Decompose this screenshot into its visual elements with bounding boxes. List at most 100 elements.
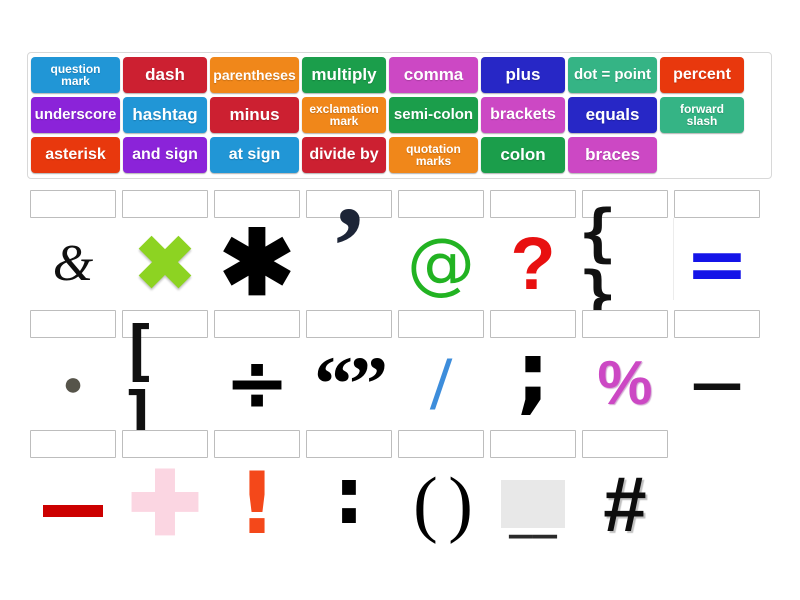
symbol-wrap: # (579, 460, 671, 548)
answer-cell: & (27, 190, 119, 308)
parentheses-symbol: ( ) (413, 463, 473, 545)
dash-symbol: — (691, 354, 743, 414)
answer-cell: = (671, 190, 763, 308)
answer-cell: ÷ (211, 310, 303, 428)
asterisk-symbol: ✱ (219, 214, 295, 314)
word-tile-parentheses[interactable]: parentheses (210, 57, 299, 93)
drop-target-box[interactable] (30, 430, 116, 458)
word-tile-and-sign[interactable]: and sign (123, 137, 207, 173)
word-bank-row: question mark dash parentheses multiply comm… (31, 57, 768, 95)
word-tile-question-mark[interactable]: question mark (31, 57, 120, 93)
symbol-wrap: ! (211, 460, 303, 548)
symbol-wrap: = (671, 220, 763, 308)
drop-target-box[interactable] (674, 190, 760, 218)
hashtag-symbol: # (603, 460, 647, 548)
divide-symbol: ÷ (224, 339, 290, 429)
drop-target-box[interactable] (674, 310, 760, 338)
word-tile-equals[interactable]: equals (568, 97, 657, 133)
braces-symbol: { } (579, 196, 616, 331)
answer-cell: ( ) (395, 430, 487, 548)
answer-cell: ? (487, 190, 579, 308)
answer-cell: ’ (303, 190, 395, 308)
word-tile-plus[interactable]: plus (481, 57, 565, 93)
answer-cell: — (671, 310, 763, 428)
word-bank-row: asterisk and sign at sign divide by quotatio… (31, 137, 768, 175)
answer-cell: ! (211, 430, 303, 548)
word-tile-hashtag[interactable]: hashtag (123, 97, 207, 133)
at-sign-symbol: @ (407, 224, 475, 303)
word-tile-multiply[interactable]: multiply (302, 57, 386, 93)
answer-row: & ✖ ✱’ @? { } = (27, 190, 773, 326)
ampersand-symbol: & (52, 235, 94, 292)
drop-target-box[interactable] (306, 310, 392, 338)
answer-cell: # (579, 430, 671, 548)
colon-symbol: : (333, 452, 365, 542)
answer-cell: [ ] (119, 310, 211, 450)
drop-target-box[interactable] (122, 190, 208, 218)
word-tile-underscore[interactable]: underscore (31, 97, 120, 133)
drop-target-box[interactable] (398, 190, 484, 218)
column-divider (673, 218, 674, 300)
answer-cell: : (303, 430, 395, 548)
word-tile-dot-=-point[interactable]: dot = point (568, 57, 657, 93)
symbol-wrap: @ (395, 220, 487, 308)
symbol-wrap: % (579, 340, 671, 428)
worksheet-page: question mark dash parentheses multiply comm… (0, 0, 800, 600)
symbol-wrap: ✚ (119, 460, 211, 548)
drop-target-box[interactable] (490, 190, 576, 218)
answer-cell: ✚ (119, 430, 211, 548)
word-tile-at-sign[interactable]: at sign (210, 137, 299, 173)
word-bank-row: underscore hashtag minus exclamation mark se… (31, 97, 768, 135)
word-tile-braces[interactable]: braces (568, 137, 657, 173)
drop-target-box[interactable] (398, 430, 484, 458)
drop-target-box[interactable] (582, 310, 668, 338)
answer-cell: ● (27, 310, 119, 428)
answer-cell: “” (303, 310, 395, 428)
symbol-wrap: ? (487, 220, 579, 308)
word-tile-minus[interactable]: minus (210, 97, 299, 133)
quotation-marks-symbol: “” (314, 340, 388, 427)
answer-cell: { } (579, 190, 671, 326)
symbol-wrap: & (27, 220, 119, 308)
word-tile-quotation-marks[interactable]: quotation marks (389, 137, 478, 173)
drop-target-box[interactable] (490, 430, 576, 458)
word-tile-brackets[interactable]: brackets (481, 97, 565, 133)
word-tile-colon[interactable]: colon (481, 137, 565, 173)
answer-cell: ▬ (27, 430, 119, 548)
symbol-wrap: ’ (303, 191, 395, 308)
answer-cell: ✱ (211, 190, 303, 314)
answer-cell: __ (487, 430, 579, 548)
drop-target-box[interactable] (214, 310, 300, 338)
drop-target-box[interactable] (582, 430, 668, 458)
symbol-wrap: ✖ (119, 220, 211, 308)
forward-slash-symbol: / (430, 342, 452, 426)
comma-symbol: ’ (330, 185, 368, 309)
answer-cell: % (579, 310, 671, 428)
word-tile-comma[interactable]: comma (389, 57, 478, 93)
symbol-wrap: { } (579, 202, 671, 326)
drop-target-box[interactable] (398, 310, 484, 338)
minus-symbol: ▬ (43, 482, 103, 526)
answer-row: ▬ ✚!: ( ) __ # (27, 430, 773, 548)
word-tile-dash[interactable]: dash (123, 57, 207, 93)
answer-cell: ; (487, 310, 579, 428)
symbol-wrap: / (395, 340, 487, 428)
symbol-wrap: : (303, 452, 395, 548)
drop-target-box[interactable] (30, 310, 116, 338)
multiply-cross-symbol: ✖ (133, 222, 196, 305)
word-tile-semi-colon[interactable]: semi-colon (389, 97, 478, 133)
word-tile-asterisk[interactable]: asterisk (31, 137, 120, 173)
symbol-wrap: — (671, 340, 763, 428)
word-tile-divide-by[interactable]: divide by (302, 137, 386, 173)
word-bank-panel: question mark dash parentheses multiply comm… (27, 52, 772, 179)
drop-target-box[interactable] (30, 190, 116, 218)
symbol-wrap: __ (487, 460, 579, 548)
word-tile-percent[interactable]: percent (660, 57, 744, 93)
symbol-wrap: ÷ (211, 340, 303, 428)
symbol-wrap: ▬ (27, 460, 119, 548)
symbol-wrap: ✱ (211, 214, 303, 314)
word-tile-exclamation-mark[interactable]: exclamation mark (302, 97, 386, 133)
equals-symbol: = (685, 219, 749, 308)
word-tile-forward-slash[interactable]: forward slash (660, 97, 744, 133)
symbol-wrap: [ ] (119, 318, 211, 450)
